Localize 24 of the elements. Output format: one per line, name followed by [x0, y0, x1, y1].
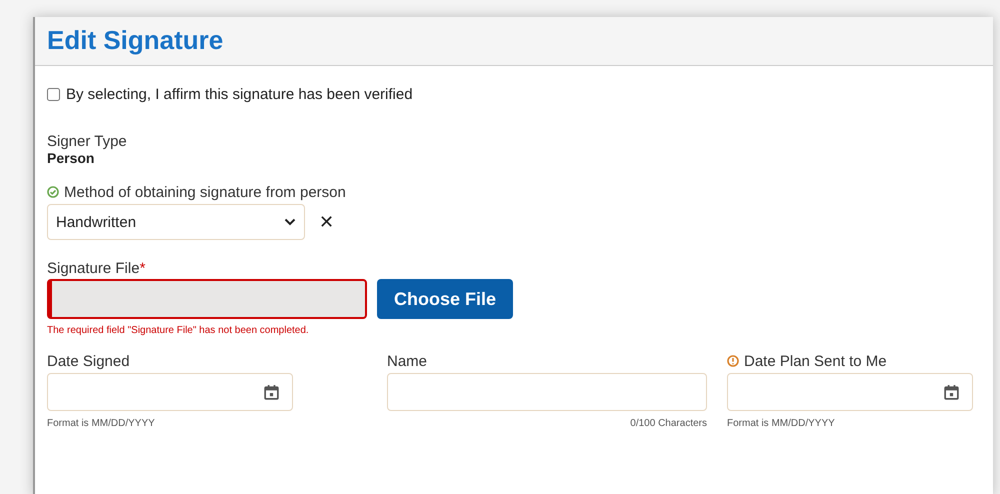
file-field[interactable] [47, 279, 367, 319]
method-dropdown[interactable]: Handwritten [47, 204, 305, 240]
field-label: Date Plan Sent to Me [744, 352, 887, 370]
choose-file-button[interactable]: Choose File [377, 279, 513, 319]
field-label: Name [387, 352, 428, 370]
field-value: Person [47, 150, 96, 166]
calendar-icon[interactable] [263, 384, 280, 400]
date-field[interactable] [727, 373, 973, 411]
field-label: Date Signed [47, 352, 130, 370]
dialog-title: Edit Signature [47, 25, 224, 56]
clear-button[interactable]: ✕ [315, 211, 338, 233]
error-message: The required field "Signature File" has not been completed. [47, 325, 310, 337]
field-label: Signature File* [47, 260, 146, 277]
field-label: Signer Type [47, 133, 128, 150]
format-hint: Format is MM/DD/YYYY [47, 418, 156, 429]
checkbox-label: By selecting, I affirm this signature has been verified [66, 86, 413, 103]
format-hint: Format is MM/DD/YYYY [727, 418, 836, 429]
input-field[interactable] [387, 373, 707, 411]
field-label: Method of obtaining signature from person [64, 184, 346, 200]
calendar-icon[interactable] [943, 384, 960, 400]
character-counter: 0/100 Characters [629, 418, 707, 429]
checkbox[interactable] [47, 88, 60, 101]
date-field[interactable] [47, 373, 293, 411]
chevron-down-icon [284, 218, 296, 226]
